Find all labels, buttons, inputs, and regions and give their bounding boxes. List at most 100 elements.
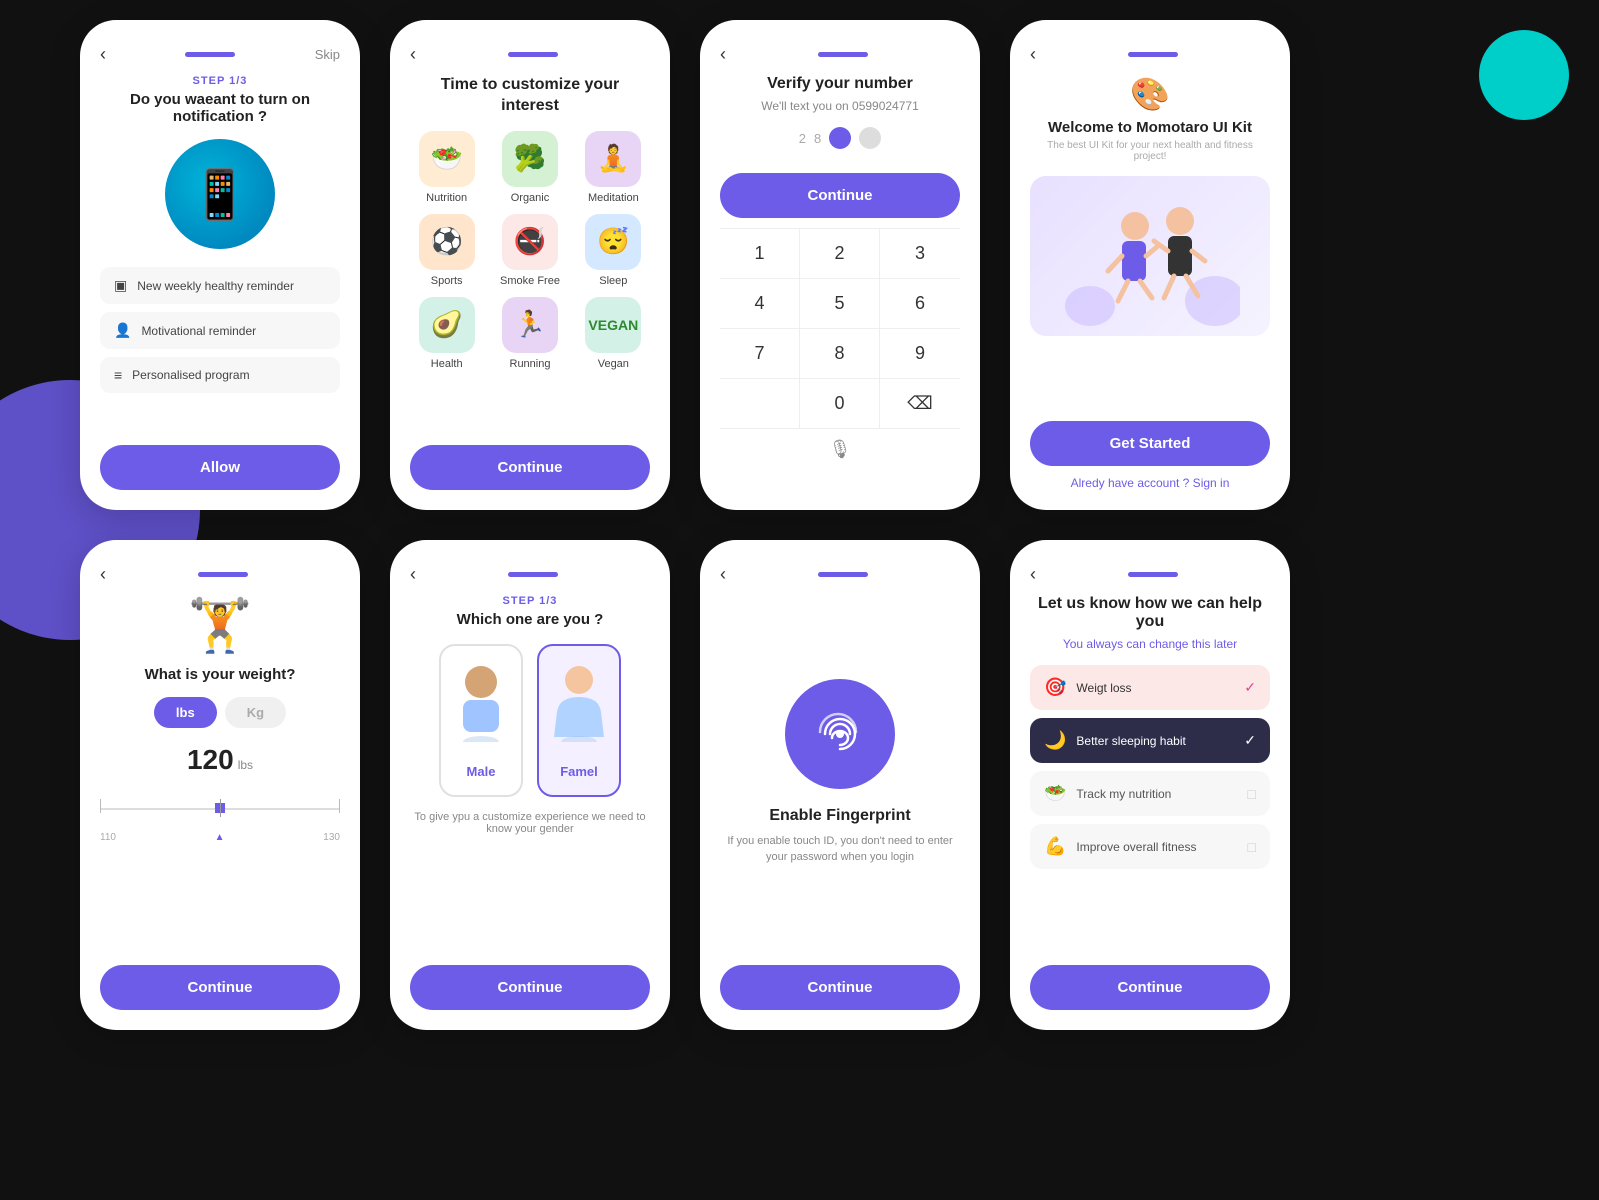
- interest-running[interactable]: 🏃 Running: [493, 297, 566, 370]
- numpad: 1 2 3 4 5 6 7 8 9 0 ⌫: [720, 228, 960, 429]
- option-nutrition[interactable]: 🥗 Track my nutrition □: [1030, 771, 1270, 816]
- organic-icon: 🥦: [502, 131, 558, 187]
- gender-options: Male Famel: [439, 644, 621, 797]
- back-button-6[interactable]: ‹: [410, 564, 416, 585]
- continue-button-5[interactable]: Continue: [100, 965, 340, 1010]
- numpad-5[interactable]: 5: [800, 279, 880, 329]
- numpad-4[interactable]: 4: [720, 279, 800, 329]
- signin-link[interactable]: Alredy have account ? Sign in: [1071, 476, 1230, 490]
- slider-max: 130: [323, 832, 340, 843]
- numpad-8[interactable]: 8: [800, 329, 880, 379]
- vegan-icon: VEGAN: [585, 297, 641, 353]
- slider-marker: ▲: [215, 832, 225, 843]
- slider-min: 110: [100, 832, 116, 843]
- screen-weight: ‹ 🏋️ What is your weight? lbs Kg 120 lbs: [80, 540, 360, 1030]
- numpad-0[interactable]: 0: [800, 379, 880, 429]
- option-fitness[interactable]: 💪 Improve overall fitness □: [1030, 824, 1270, 869]
- notification-options: ▣ New weekly healthy reminder 👤 Motivati…: [100, 267, 340, 393]
- back-button-8[interactable]: ‹: [1030, 564, 1036, 585]
- kg-button[interactable]: Kg: [225, 697, 286, 728]
- screen-notification: ‹ Skip STEP 1/3 Do you waeant to turn on…: [80, 20, 360, 510]
- numpad-backspace[interactable]: ⌫: [880, 379, 960, 429]
- interest-sports[interactable]: ⚽ Sports: [410, 214, 483, 287]
- top-pill-2: [508, 52, 558, 57]
- interest-smoke-free[interactable]: 🚭 Smoke Free: [493, 214, 566, 287]
- dot-4: [859, 127, 881, 149]
- running-label: Running: [510, 358, 551, 370]
- sleep-habit-label: Better sleeping habit: [1076, 734, 1185, 748]
- continue-button-8[interactable]: Continue: [1030, 965, 1270, 1010]
- top-pill-5: [198, 572, 248, 577]
- interest-nutrition[interactable]: 🥗 Nutrition: [410, 131, 483, 204]
- lbs-button[interactable]: lbs: [154, 697, 217, 728]
- male-avatar: [451, 662, 511, 754]
- welcome-subtitle: The best UI Kit for your next health and…: [1030, 140, 1270, 162]
- topbar-1: ‹ Skip: [100, 44, 340, 65]
- gender-title: Which one are you ?: [457, 611, 604, 628]
- option-label-2: Motivational reminder: [141, 324, 256, 338]
- fingerprint-icon: [785, 679, 895, 789]
- weight-loss-check: ✓: [1244, 679, 1256, 696]
- back-button-3[interactable]: ‹: [720, 44, 726, 65]
- notification-title: Do you waeant to turn on notification ?: [100, 91, 340, 125]
- topbar-5: ‹: [100, 564, 340, 585]
- continue-button-6[interactable]: Continue: [410, 965, 650, 1010]
- numpad-empty: [720, 379, 800, 429]
- running-icon: 🏃: [502, 297, 558, 353]
- topbar-3: ‹: [720, 44, 960, 65]
- interest-organic[interactable]: 🥦 Organic: [493, 131, 566, 204]
- interest-meditation[interactable]: 🧘 Meditation: [577, 131, 650, 204]
- topbar-2: ‹: [410, 44, 650, 65]
- top-pill-7: [818, 572, 868, 577]
- help-options: 🎯 Weigt loss ✓ 🌙 Better sleeping habit ✓…: [1030, 665, 1270, 869]
- help-title: Let us know how we can help you: [1030, 595, 1270, 631]
- topbar-4: ‹: [1030, 44, 1270, 65]
- unit-toggle: lbs Kg: [154, 697, 286, 728]
- interest-title: Time to customize your interest: [410, 75, 650, 117]
- weight-unit: lbs: [238, 758, 253, 772]
- step-label-1: STEP 1/3: [193, 75, 248, 87]
- continue-button-2[interactable]: Continue: [410, 445, 650, 490]
- numpad-2[interactable]: 2: [800, 229, 880, 279]
- numpad-1[interactable]: 1: [720, 229, 800, 279]
- step-label-6: STEP 1/3: [503, 595, 558, 607]
- back-button-1[interactable]: ‹: [100, 44, 106, 65]
- gender-subtitle: To give ypu a customize experience we ne…: [410, 811, 650, 835]
- get-started-button[interactable]: Get Started: [1030, 421, 1270, 466]
- male-card[interactable]: Male: [439, 644, 523, 797]
- numpad-6[interactable]: 6: [880, 279, 960, 329]
- tick-small: [100, 799, 101, 813]
- numpad-7[interactable]: 7: [720, 329, 800, 379]
- continue-button-3[interactable]: Continue: [720, 173, 960, 218]
- fitness-check: □: [1248, 839, 1256, 855]
- health-label: Health: [431, 358, 463, 370]
- back-button-7[interactable]: ‹: [720, 564, 726, 585]
- tick-mid: [220, 799, 221, 817]
- female-card[interactable]: Famel: [537, 644, 621, 797]
- female-label: Famel: [560, 764, 598, 779]
- interest-vegan[interactable]: VEGAN Vegan: [577, 297, 650, 370]
- back-button-4[interactable]: ‹: [1030, 44, 1036, 65]
- interest-health[interactable]: 🥑 Health: [410, 297, 483, 370]
- sleep-icon: 😴: [585, 214, 641, 270]
- numpad-3[interactable]: 3: [880, 229, 960, 279]
- weight-value: 120: [187, 744, 234, 776]
- weight-slider[interactable]: [100, 788, 340, 828]
- option-sleep[interactable]: 🌙 Better sleeping habit ✓: [1030, 718, 1270, 763]
- nutrition-track-check: □: [1248, 786, 1256, 802]
- allow-button[interactable]: Allow: [100, 445, 340, 490]
- continue-button-7[interactable]: Continue: [720, 965, 960, 1010]
- back-button-2[interactable]: ‹: [410, 44, 416, 65]
- screen-fingerprint: ‹ Enable Fingerprint If you enable touch…: [700, 540, 980, 1030]
- numpad-9[interactable]: 9: [880, 329, 960, 379]
- app-logo: 🎨: [1130, 75, 1170, 113]
- interest-sleep[interactable]: 😴 Sleep: [577, 214, 650, 287]
- back-button-5[interactable]: ‹: [100, 564, 106, 585]
- female-avatar: [549, 662, 609, 754]
- notification-illustration: 📱: [165, 139, 275, 249]
- skip-button-1[interactable]: Skip: [315, 47, 340, 62]
- verify-title: Verify your number: [767, 75, 913, 93]
- screen-gender: ‹ STEP 1/3 Which one are you ? Male: [390, 540, 670, 1030]
- weight-illustration: 🏋️: [188, 595, 253, 656]
- option-weight-loss[interactable]: 🎯 Weigt loss ✓: [1030, 665, 1270, 710]
